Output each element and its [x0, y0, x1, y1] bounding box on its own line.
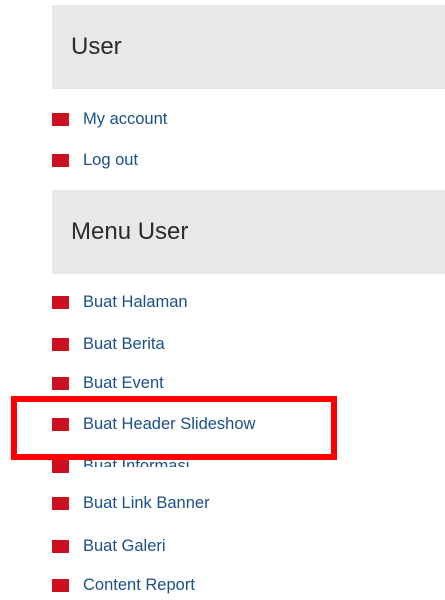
user-block-title-text: User [71, 33, 122, 60]
menu-item-buat-link-banner[interactable]: Buat Link Banner [52, 492, 210, 514]
menu-item-content-report[interactable]: Content Report [52, 574, 195, 596]
square-bullet-icon [52, 376, 69, 390]
menu-item-label: Log out [83, 150, 139, 169]
user-block-title: User [52, 5, 445, 89]
square-bullet-icon [52, 578, 69, 592]
square-bullet-icon [52, 337, 69, 351]
menu-item-log-out[interactable]: Log out [52, 149, 138, 171]
menu-item-label: Buat Halaman [83, 292, 188, 311]
square-bullet-icon [52, 295, 69, 309]
menu-item-buat-header-slideshow[interactable]: Buat Header Slideshow [52, 413, 255, 435]
menu-item-label: My account [83, 109, 168, 128]
menu-item-label: Buat Link Banner [83, 493, 210, 512]
square-bullet-icon [52, 459, 69, 473]
square-bullet-icon [52, 539, 69, 553]
menu-user-block-title: Menu User [52, 190, 445, 274]
menu-item-buat-halaman[interactable]: Buat Halaman [52, 291, 188, 313]
menu-item-label: Buat Event [83, 373, 164, 392]
menu-item-my-account[interactable]: My account [52, 108, 167, 130]
square-bullet-icon [52, 153, 69, 167]
square-bullet-icon [52, 496, 69, 510]
menu-item-label: Content Report [83, 575, 195, 594]
menu-item-label: Buat Galeri [83, 536, 166, 555]
square-bullet-icon [52, 417, 69, 431]
menu-item-buat-event[interactable]: Buat Event [52, 372, 164, 394]
menu-item-buat-galeri[interactable]: Buat Galeri [52, 535, 166, 557]
menu-user-block-title-text: Menu User [71, 218, 189, 245]
menu-item-label: Buat Berita [83, 334, 165, 353]
square-bullet-icon [52, 112, 69, 126]
page: User My account Log out Menu User Buat H… [0, 0, 445, 600]
menu-item-buat-informasi[interactable]: Buat Informasi [52, 455, 189, 477]
menu-item-label: Buat Informasi [83, 456, 190, 475]
menu-item-buat-berita[interactable]: Buat Berita [52, 333, 165, 355]
menu-item-label: Buat Header Slideshow [83, 414, 256, 433]
